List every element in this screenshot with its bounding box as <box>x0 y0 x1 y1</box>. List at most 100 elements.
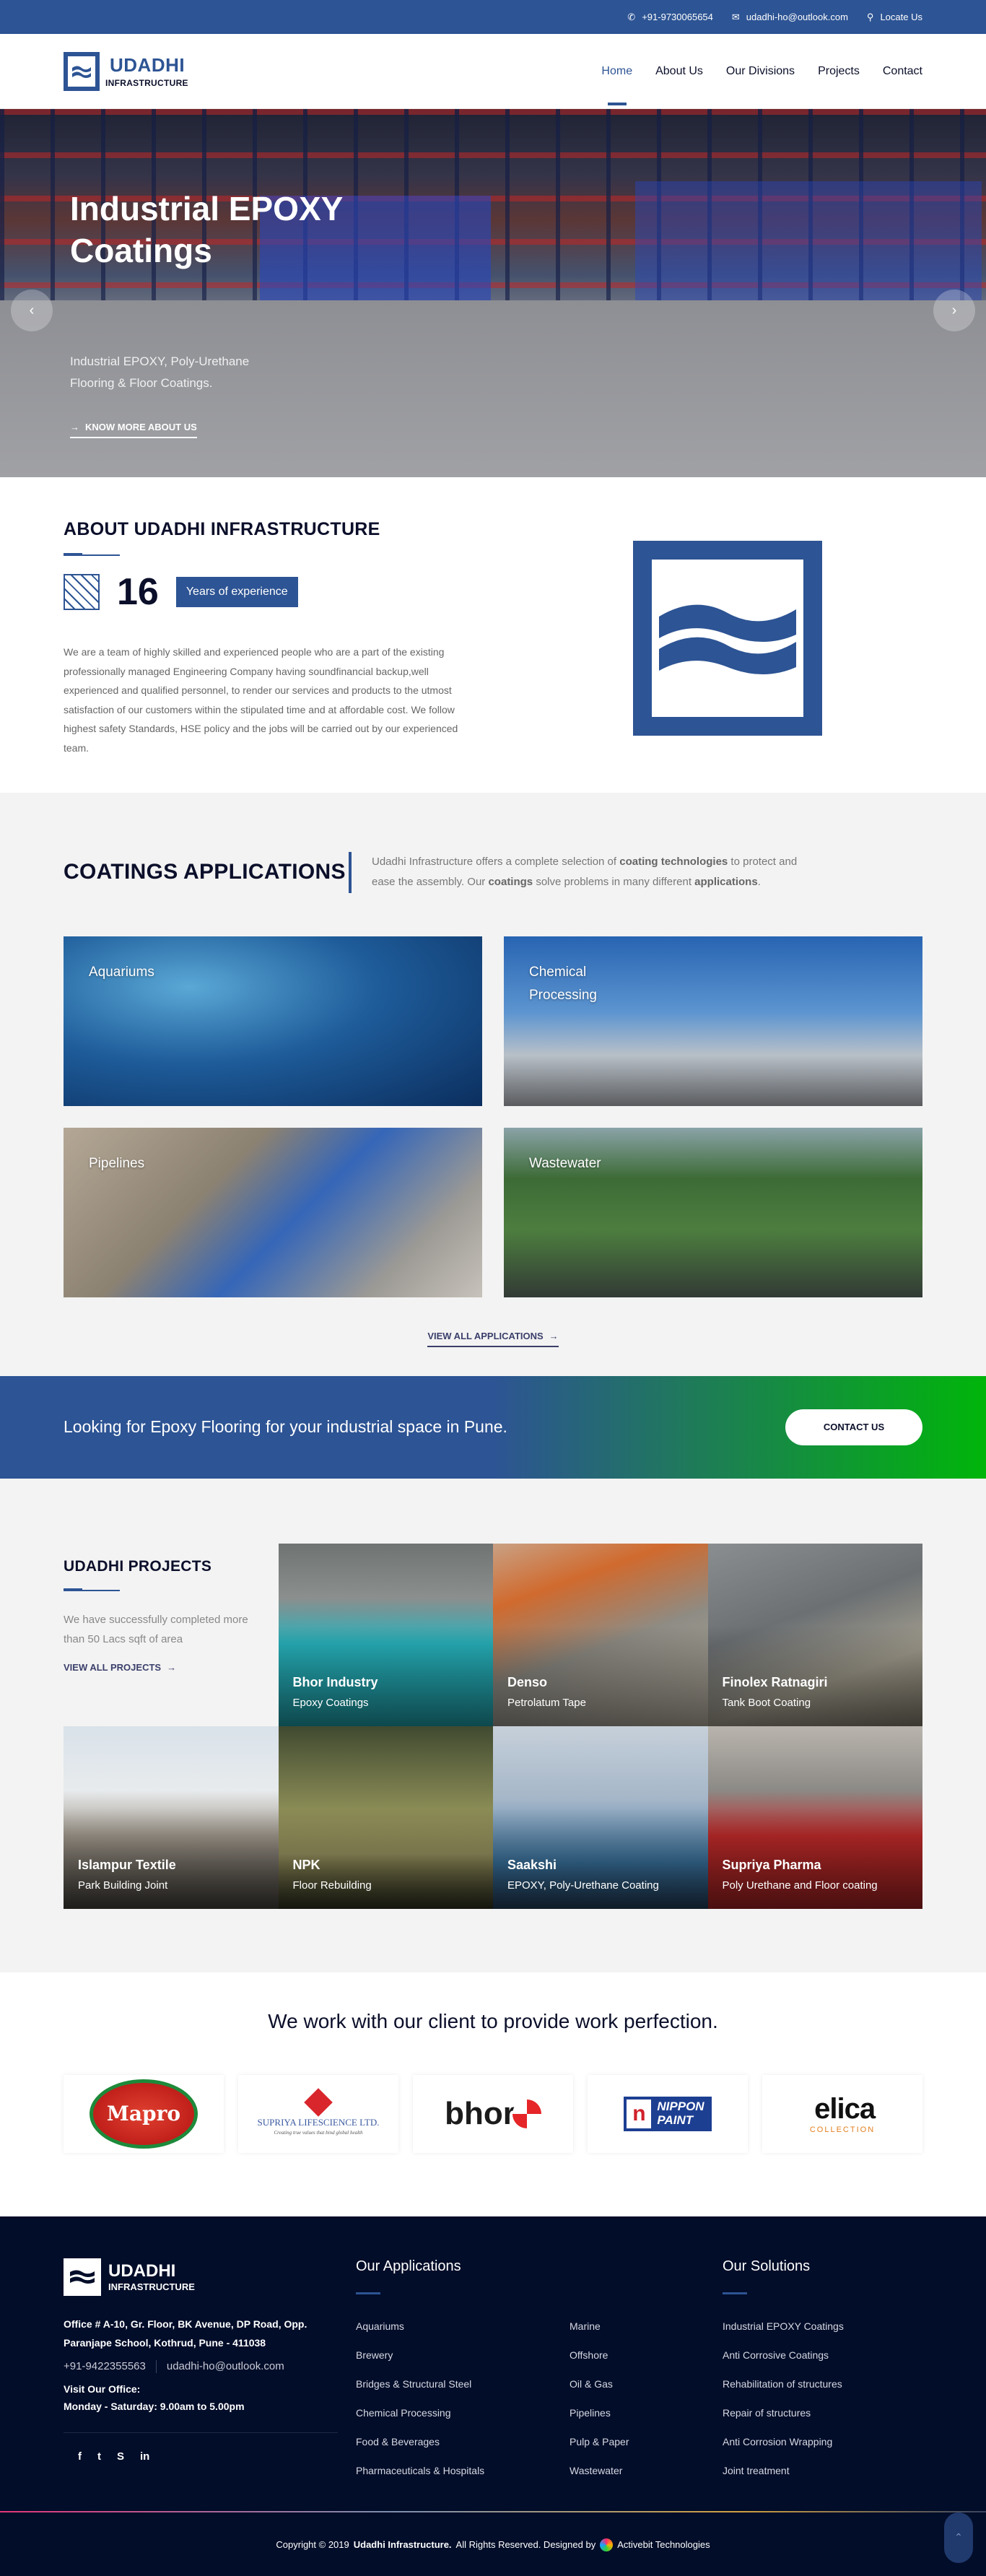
footer-application-link[interactable]: Brewery <box>356 2349 570 2361</box>
skype-icon[interactable]: S <box>117 2450 124 2463</box>
know-more-link[interactable]: → KNOW MORE ABOUT US <box>70 422 197 438</box>
nippon-logo-text: NIPPON <box>657 2099 704 2113</box>
nav-home[interactable]: Home <box>601 65 632 78</box>
contact-us-button[interactable]: CONTACT US <box>785 1409 922 1445</box>
footer-application-link[interactable]: Bridges & Structural Steel <box>356 2378 570 2390</box>
footer-application-link[interactable]: Pharmaceuticals & Hospitals <box>356 2465 570 2476</box>
site-footer: UDADHI INFRASTRUCTURE Office # A-10, Gr.… <box>0 2216 986 2576</box>
cta-banner: Looking for Epoxy Flooring for your indu… <box>0 1375 986 1479</box>
topbar-locate-link[interactable]: ⚲ Locate Us <box>867 12 922 23</box>
facebook-icon[interactable]: f <box>78 2450 82 2463</box>
copyright: Copyright © 2019 Udadhi Infrastructure. … <box>0 2512 986 2551</box>
footer-application-link[interactable]: Aquariums <box>356 2320 570 2332</box>
view-all-applications-link[interactable]: VIEW ALL APPLICATIONS → <box>427 1330 559 1347</box>
footer-solution-link[interactable]: Anti Corrosion Wrapping <box>723 2436 922 2447</box>
supriya-logo-icon <box>304 2087 333 2117</box>
mapro-logo: Mapro <box>90 2079 198 2149</box>
project-type: EPOXY, Poly-Urethane Coating <box>507 1879 659 1892</box>
footer-brand-tagline: INFRASTRUCTURE <box>108 2281 195 2293</box>
application-label: Pipelines <box>89 1155 145 1171</box>
project-card[interactable]: Supriya Pharma Poly Urethane and Floor co… <box>707 1726 922 1909</box>
scroll-to-top-button[interactable]: ⌃ <box>944 2512 973 2563</box>
footer-phone[interactable]: +91-9422355563 <box>64 2360 146 2372</box>
footer-solution-link[interactable]: Rehabilitation of structures <box>723 2378 922 2390</box>
view-all-applications-label: VIEW ALL APPLICATIONS <box>427 1330 544 1341</box>
client-logo-supriya: SUPRIYA LIFESCIENCE LTD. Creating true va… <box>238 2074 398 2153</box>
footer-application-link[interactable]: Pipelines <box>570 2407 714 2419</box>
footer-application-link[interactable]: Pulp & Paper <box>570 2436 714 2447</box>
project-type: Floor Rebuilding <box>292 1879 372 1892</box>
footer-hours: Monday - Saturday: 9.00am to 5.00pm <box>64 2400 245 2412</box>
nav-contact[interactable]: Contact <box>883 65 922 78</box>
activebit-logo-icon <box>600 2538 614 2551</box>
divider <box>64 2432 338 2433</box>
client-logo-nippon: n NIPPON PAINT <box>588 2074 748 2153</box>
application-card-pipelines[interactable]: Pipelines <box>64 1127 482 1297</box>
title-underline <box>64 1588 120 1591</box>
topbar-email-link[interactable]: ✉ udadhi-ho@outlook.com <box>732 12 848 23</box>
project-type: Petrolatum Tape <box>507 1696 586 1709</box>
years-badge: Years of experience <box>175 577 298 607</box>
footer-application-link[interactable]: Offshore <box>570 2349 714 2361</box>
nippon-logo-icon: n <box>627 2099 652 2128</box>
footer-logo[interactable]: UDADHI INFRASTRUCTURE <box>64 2258 356 2296</box>
footer-application-link[interactable]: Wastewater <box>570 2465 714 2476</box>
topbar-phone: +91-9730065654 <box>642 12 713 22</box>
top-bar: ✆ +91-9730065654 ✉ udadhi-ho@outlook.com… <box>0 0 986 34</box>
location-pin-icon: ⚲ <box>866 11 874 22</box>
projects-section: UDADHI PROJECTS We have successfully com… <box>0 1478 986 1972</box>
application-label: Chemical Processing <box>529 964 597 1003</box>
view-all-projects-label: VIEW ALL PROJECTS <box>64 1661 162 1673</box>
footer-application-link[interactable]: Chemical Processing <box>356 2407 570 2419</box>
slider-prev-button[interactable]: ‹ <box>11 290 53 331</box>
about-title: ABOUT UDADHI INFRASTRUCTURE <box>64 519 380 539</box>
title-underline <box>356 2292 380 2294</box>
project-card[interactable]: Denso Petrolatum Tape <box>493 1543 708 1726</box>
supriya-tagline: Creating true values that bind global he… <box>274 2129 363 2136</box>
footer-solution-link[interactable]: Repair of structures <box>723 2407 922 2419</box>
application-card-aquariums[interactable]: Aquariums <box>64 936 482 1106</box>
topbar-phone-link[interactable]: ✆ +91-9730065654 <box>627 12 713 23</box>
footer-email[interactable]: udadhi-ho@outlook.com <box>167 2360 284 2372</box>
designer-link[interactable]: Activebit Technologies <box>617 2539 710 2550</box>
hero-slider: Industrial EPOXY Coatings Industrial EPO… <box>0 109 986 477</box>
footer-solutions-title: Our Solutions <box>723 2258 811 2274</box>
project-card[interactable]: Bhor Industry Epoxy Coatings <box>278 1543 493 1726</box>
project-type: Park Building Joint <box>78 1879 168 1892</box>
application-card-chemical-processing[interactable]: Chemical Processing <box>504 936 922 1106</box>
project-name: Finolex Ratnagiri <box>722 1674 828 1689</box>
projects-title: UDADHI PROJECTS <box>64 1557 212 1575</box>
nav-about-us[interactable]: About Us <box>655 65 703 78</box>
projects-intro: We have successfully completed more than… <box>64 1613 248 1645</box>
site-logo[interactable]: UDADHI INFRASTRUCTURE <box>64 52 188 91</box>
project-card[interactable]: NPK Floor Rebuilding <box>278 1726 493 1909</box>
social-links: f t S in <box>64 2450 356 2463</box>
application-card-wastewater[interactable]: Wastewater <box>504 1127 922 1297</box>
project-card[interactable]: Islampur Textile Park Building Joint <box>64 1726 279 1909</box>
project-card[interactable]: Finolex Ratnagiri Tank Boot Coating <box>707 1543 922 1726</box>
project-card[interactable]: Saakshi EPOXY, Poly-Urethane Coating <box>493 1726 708 1909</box>
slider-next-button[interactable]: › <box>933 290 975 331</box>
copyright-year: Copyright © 2019 <box>276 2539 349 2551</box>
cta-text: Looking for Epoxy Flooring for your indu… <box>64 1417 507 1437</box>
clients-title: We work with our client to provide work … <box>268 2009 718 2032</box>
footer-solution-link[interactable]: Joint treatment <box>723 2465 922 2476</box>
footer-application-link[interactable]: Oil & Gas <box>570 2378 714 2390</box>
twitter-icon[interactable]: t <box>97 2450 101 2463</box>
elica-logo-text: elica <box>814 2093 876 2125</box>
linkedin-icon[interactable]: in <box>140 2450 149 2463</box>
footer-application-link[interactable]: Food & Beverages <box>356 2436 570 2447</box>
arrow-right-icon: → <box>549 1330 559 1341</box>
chevron-right-icon: › <box>951 302 957 318</box>
chevron-left-icon: ‹ <box>29 302 35 318</box>
project-name: NPK <box>292 1857 320 1872</box>
brand-tagline: INFRASTRUCTURE <box>105 77 188 88</box>
footer-solution-link[interactable]: Industrial EPOXY Coatings <box>723 2320 922 2332</box>
nav-projects[interactable]: Projects <box>818 65 860 78</box>
footer-solution-link[interactable]: Anti Corrosive Coatings <box>723 2349 922 2361</box>
nav-our-divisions[interactable]: Our Divisions <box>726 65 795 78</box>
project-type: Tank Boot Coating <box>722 1696 811 1709</box>
view-all-projects-link[interactable]: VIEW ALL PROJECTS → <box>64 1662 176 1673</box>
client-logo-elica: elica COLLECTION <box>762 2074 922 2153</box>
footer-application-link[interactable]: Marine <box>570 2320 714 2332</box>
